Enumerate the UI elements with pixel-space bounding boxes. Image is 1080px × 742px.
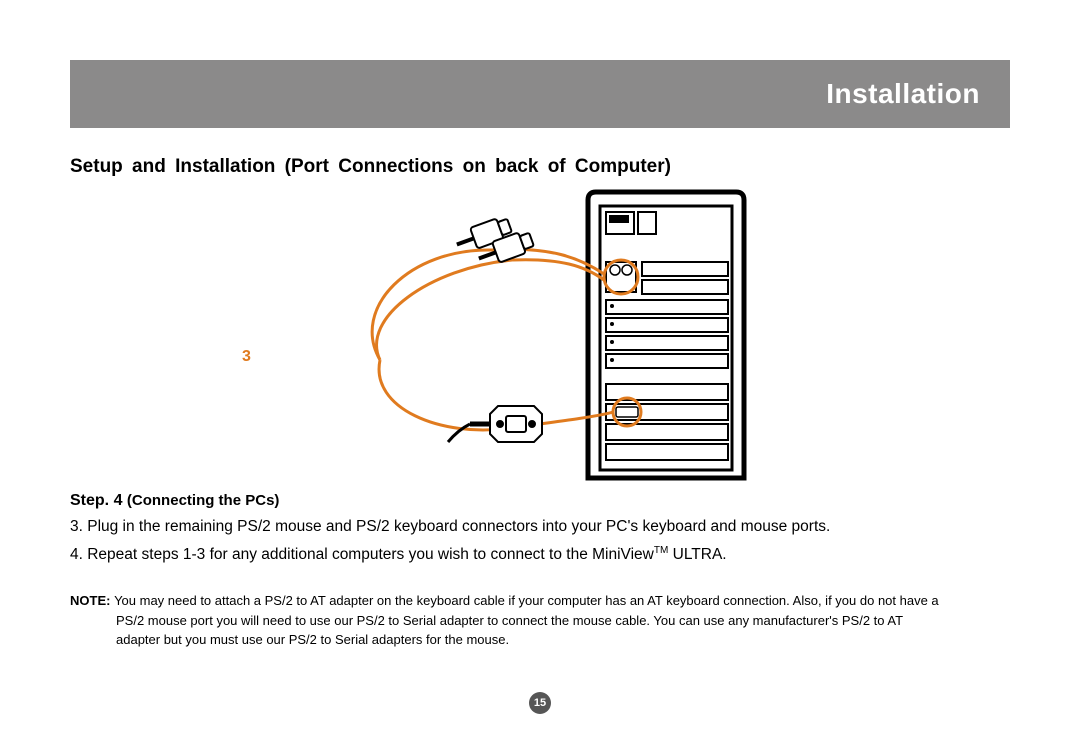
- figure-callout-number: 3: [242, 348, 251, 366]
- step-item-4b: ULTRA.: [668, 547, 726, 564]
- header-bar: Installation: [70, 60, 1010, 128]
- step-item-3: 3. Plug in the remaining PS/2 mouse and …: [70, 516, 1010, 538]
- header-title: Installation: [826, 78, 980, 110]
- trademark-tm: TM: [654, 545, 668, 556]
- manual-page: Installation Setup and Installation (Por…: [0, 0, 1080, 742]
- figure-computer-back: 3: [70, 188, 1010, 488]
- step-item-4: 4. Repeat steps 1-3 for any additional c…: [70, 544, 1010, 567]
- page-number-badge: 15: [529, 692, 551, 714]
- step-prefix: Step. 4: [70, 492, 127, 509]
- note-line-2: PS/2 mouse port you will need to use our…: [70, 611, 1010, 631]
- step-heading: Step. 4 (Connecting the PCs): [70, 492, 1010, 510]
- section-title: Setup and Installation (Port Connections…: [70, 156, 1010, 178]
- note-line-1: You may need to attach a PS/2 to AT adap…: [114, 593, 939, 608]
- step-item-4a: 4. Repeat steps 1-3 for any additional c…: [70, 547, 654, 564]
- page-number: 15: [534, 697, 546, 709]
- note-line-3: adapter but you must use our PS/2 to Ser…: [70, 630, 1010, 650]
- port-connection-diagram-svg: [260, 188, 820, 488]
- note-label: NOTE:: [70, 593, 114, 608]
- step-title: (Connecting the PCs): [127, 492, 280, 509]
- note-block: NOTE: You may need to attach a PS/2 to A…: [70, 591, 1010, 650]
